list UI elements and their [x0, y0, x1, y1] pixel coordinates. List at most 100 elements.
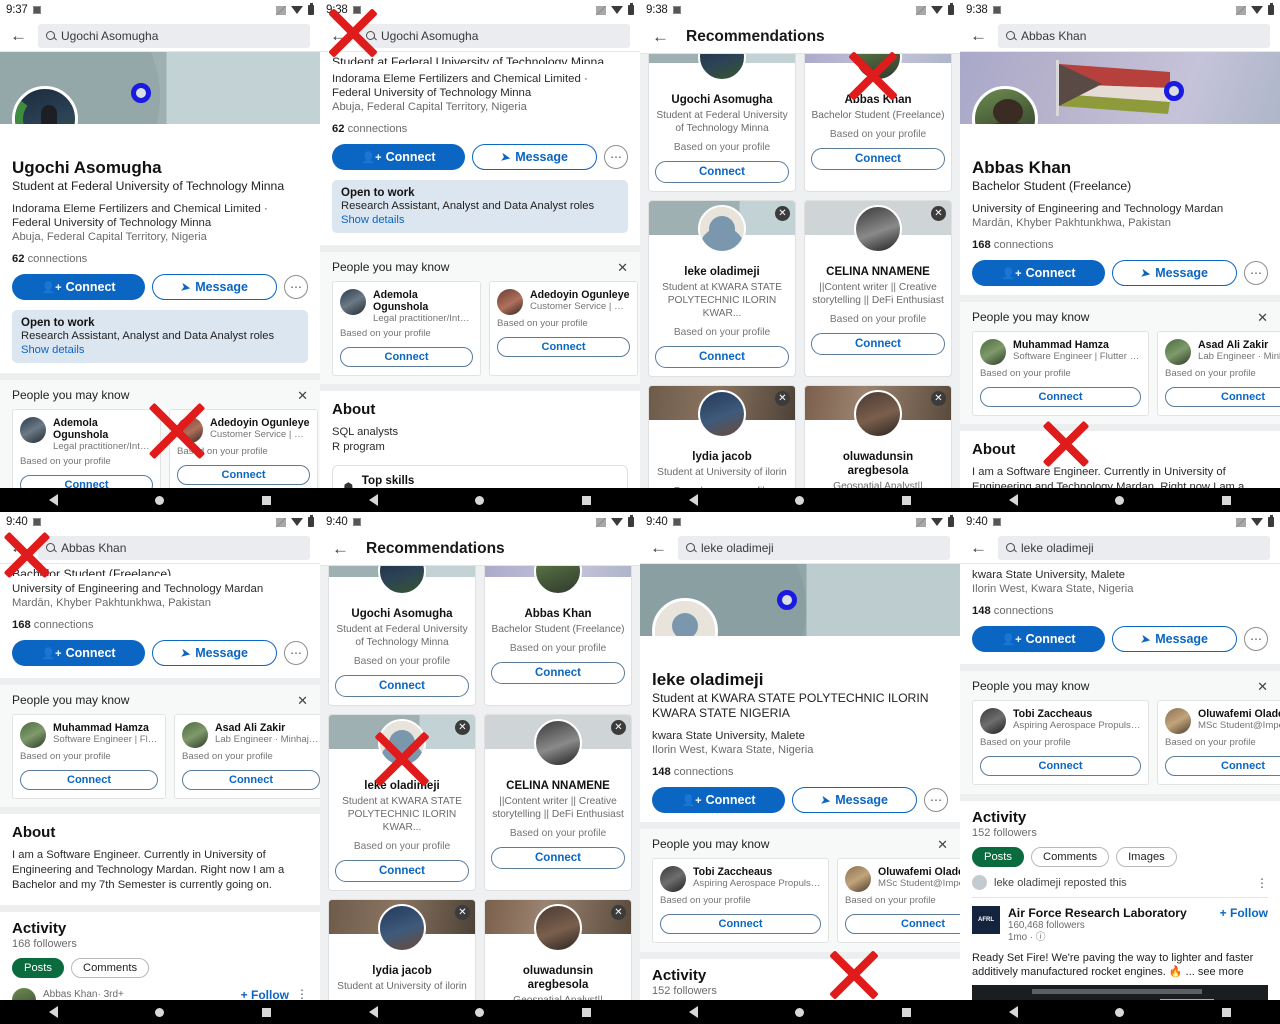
connect-button[interactable]: Connect: [497, 337, 630, 357]
recommendation-card[interactable]: ✕ Ugochi Asomugha Student at Federal Uni…: [328, 566, 476, 706]
home-nav-icon[interactable]: [475, 1007, 485, 1017]
recommendation-card[interactable]: ✕ Abbas Khan Bachelor Student (Freelance…: [484, 566, 632, 706]
connect-button[interactable]: Connect: [340, 347, 473, 367]
pymk-card[interactable]: Ademola Ogunshola Legal practitioner/Int…: [332, 281, 481, 376]
post-author-row[interactable]: AFRL Air Force Research Laboratory 160,4…: [972, 906, 1268, 944]
close-icon[interactable]: ✕: [1257, 311, 1268, 324]
recommendation-card[interactable]: ✕ Abbas Khan Bachelor Student (Freelance…: [804, 54, 952, 192]
close-icon[interactable]: ✕: [297, 389, 308, 402]
recents-nav-icon[interactable]: [1222, 495, 1232, 505]
back-nav-icon[interactable]: [368, 1006, 378, 1018]
search-input[interactable]: leke oladimeji: [998, 535, 1270, 560]
home-nav-icon[interactable]: [155, 495, 165, 505]
message-button[interactable]: ➤ Message: [792, 787, 917, 813]
tab-comments[interactable]: Comments: [1030, 847, 1110, 867]
back-nav-icon[interactable]: [48, 494, 58, 506]
more-options-button[interactable]: ⋯: [284, 641, 308, 665]
pymk-card[interactable]: Oluwafemi Oladosu MSc Student@Imperial C…: [1157, 700, 1280, 785]
pymk-card[interactable]: Tobi Zaccheaus Aspiring Aerospace Propul…: [652, 858, 829, 943]
back-nav-icon[interactable]: [48, 1006, 58, 1018]
show-details-link[interactable]: Show details: [341, 214, 619, 226]
recommendation-card[interactable]: ✕ CELINA NNAMENE ||Content writer || Cre…: [484, 714, 632, 891]
pymk-card[interactable]: Oluwafemi Oladosu MSc Student@Imperial C…: [837, 858, 960, 943]
back-nav-icon[interactable]: [368, 494, 378, 506]
connect-button[interactable]: 👤+ Connect: [652, 787, 785, 813]
recommendation-card[interactable]: ✕ Ugochi Asomugha Student at Federal Uni…: [648, 54, 796, 192]
connect-button[interactable]: 👤+ Connect: [332, 144, 465, 170]
message-button[interactable]: ➤ Message: [1112, 260, 1237, 286]
connect-button[interactable]: Connect: [980, 756, 1141, 776]
dismiss-icon[interactable]: ✕: [931, 391, 946, 406]
back-icon[interactable]: [970, 539, 988, 557]
connect-button[interactable]: Connect: [491, 847, 625, 869]
message-button[interactable]: ➤ Message: [472, 144, 597, 170]
connect-button[interactable]: Connect: [182, 770, 320, 790]
connect-button[interactable]: Connect: [335, 860, 469, 882]
search-input[interactable]: Ugochi Asomugha: [38, 23, 310, 48]
connect-button[interactable]: 👤+ Connect: [972, 260, 1105, 286]
back-icon[interactable]: [10, 27, 28, 45]
connect-button[interactable]: Connect: [491, 662, 625, 684]
connect-button[interactable]: 👤+ Connect: [12, 640, 145, 666]
back-nav-icon[interactable]: [688, 494, 698, 506]
search-input[interactable]: leke oladimeji: [678, 535, 950, 560]
recommendation-card[interactable]: ✕ CELINA NNAMENE ||Content writer || Cre…: [804, 200, 952, 377]
connect-button[interactable]: Connect: [811, 148, 945, 170]
home-nav-icon[interactable]: [1115, 1007, 1125, 1017]
more-options-button[interactable]: ⋯: [284, 275, 308, 299]
close-icon[interactable]: ✕: [297, 694, 308, 707]
more-options-button[interactable]: ⋯: [924, 788, 948, 812]
connect-button[interactable]: Connect: [655, 161, 789, 183]
dismiss-icon[interactable]: ✕: [455, 720, 470, 735]
open-to-work-card[interactable]: Open to work Research Assistant, Analyst…: [12, 310, 308, 363]
recommendation-card[interactable]: ✕ leke oladimeji Student at KWARA STATE …: [648, 200, 796, 377]
back-icon[interactable]: [330, 27, 348, 45]
open-to-work-card[interactable]: Open to work Research Assistant, Analyst…: [332, 180, 628, 233]
follow-button[interactable]: + Follow: [1220, 906, 1268, 920]
connect-button[interactable]: Connect: [1165, 756, 1280, 776]
home-nav-icon[interactable]: [155, 1007, 165, 1017]
message-button[interactable]: ➤ Message: [152, 640, 277, 666]
search-input[interactable]: Ugochi Asomugha: [358, 23, 630, 48]
more-options-icon[interactable]: ⋮: [296, 988, 308, 1000]
connect-button[interactable]: Connect: [660, 914, 821, 934]
dismiss-icon[interactable]: ✕: [931, 206, 946, 221]
message-button[interactable]: ➤ Message: [1112, 626, 1237, 652]
search-input[interactable]: Abbas Khan: [998, 23, 1270, 48]
connect-button[interactable]: 👤+ Connect: [972, 626, 1105, 652]
recents-nav-icon[interactable]: [582, 495, 592, 505]
show-details-link[interactable]: Show details: [21, 344, 299, 356]
close-icon[interactable]: ✕: [937, 838, 948, 851]
connect-button[interactable]: 👤+ Connect: [12, 274, 145, 300]
dismiss-icon[interactable]: ✕: [775, 206, 790, 221]
avatar[interactable]: [652, 598, 718, 636]
connect-button[interactable]: Connect: [655, 346, 789, 368]
connect-button[interactable]: Connect: [335, 675, 469, 697]
recents-nav-icon[interactable]: [582, 1007, 592, 1017]
more-options-icon[interactable]: ⋮: [1256, 877, 1268, 889]
connect-button[interactable]: Connect: [811, 333, 945, 355]
home-nav-icon[interactable]: [795, 495, 805, 505]
pymk-card[interactable]: Adedoyin Ogunleye Customer Service | Cus…: [489, 281, 638, 376]
search-input[interactable]: Abbas Khan: [38, 535, 310, 560]
home-nav-icon[interactable]: [1115, 495, 1125, 505]
tab-images[interactable]: Images: [1116, 847, 1177, 867]
connect-button[interactable]: Connect: [177, 465, 310, 485]
close-icon[interactable]: ✕: [617, 261, 628, 274]
pymk-card[interactable]: Muhammad Hamza Software Engineer | Flutt…: [972, 331, 1149, 416]
pymk-card[interactable]: Tobi Zaccheaus Aspiring Aerospace Propul…: [972, 700, 1149, 785]
connect-button[interactable]: Connect: [1165, 387, 1280, 407]
more-options-button[interactable]: ⋯: [1244, 261, 1268, 285]
back-icon[interactable]: [652, 28, 670, 46]
back-icon[interactable]: [650, 539, 668, 557]
connect-button[interactable]: Connect: [845, 914, 960, 934]
dismiss-icon[interactable]: ✕: [455, 905, 470, 920]
pymk-card[interactable]: Asad Ali Zakir Lab Engineer · Minhaj Uni…: [1157, 331, 1280, 416]
home-nav-icon[interactable]: [475, 495, 485, 505]
message-button[interactable]: ➤ Message: [152, 274, 277, 300]
back-nav-icon[interactable]: [688, 1006, 698, 1018]
back-icon[interactable]: [10, 539, 28, 557]
more-options-button[interactable]: ⋯: [1244, 627, 1268, 651]
back-nav-icon[interactable]: [1008, 1006, 1018, 1018]
avatar[interactable]: #OPENTOWORK: [12, 86, 78, 124]
